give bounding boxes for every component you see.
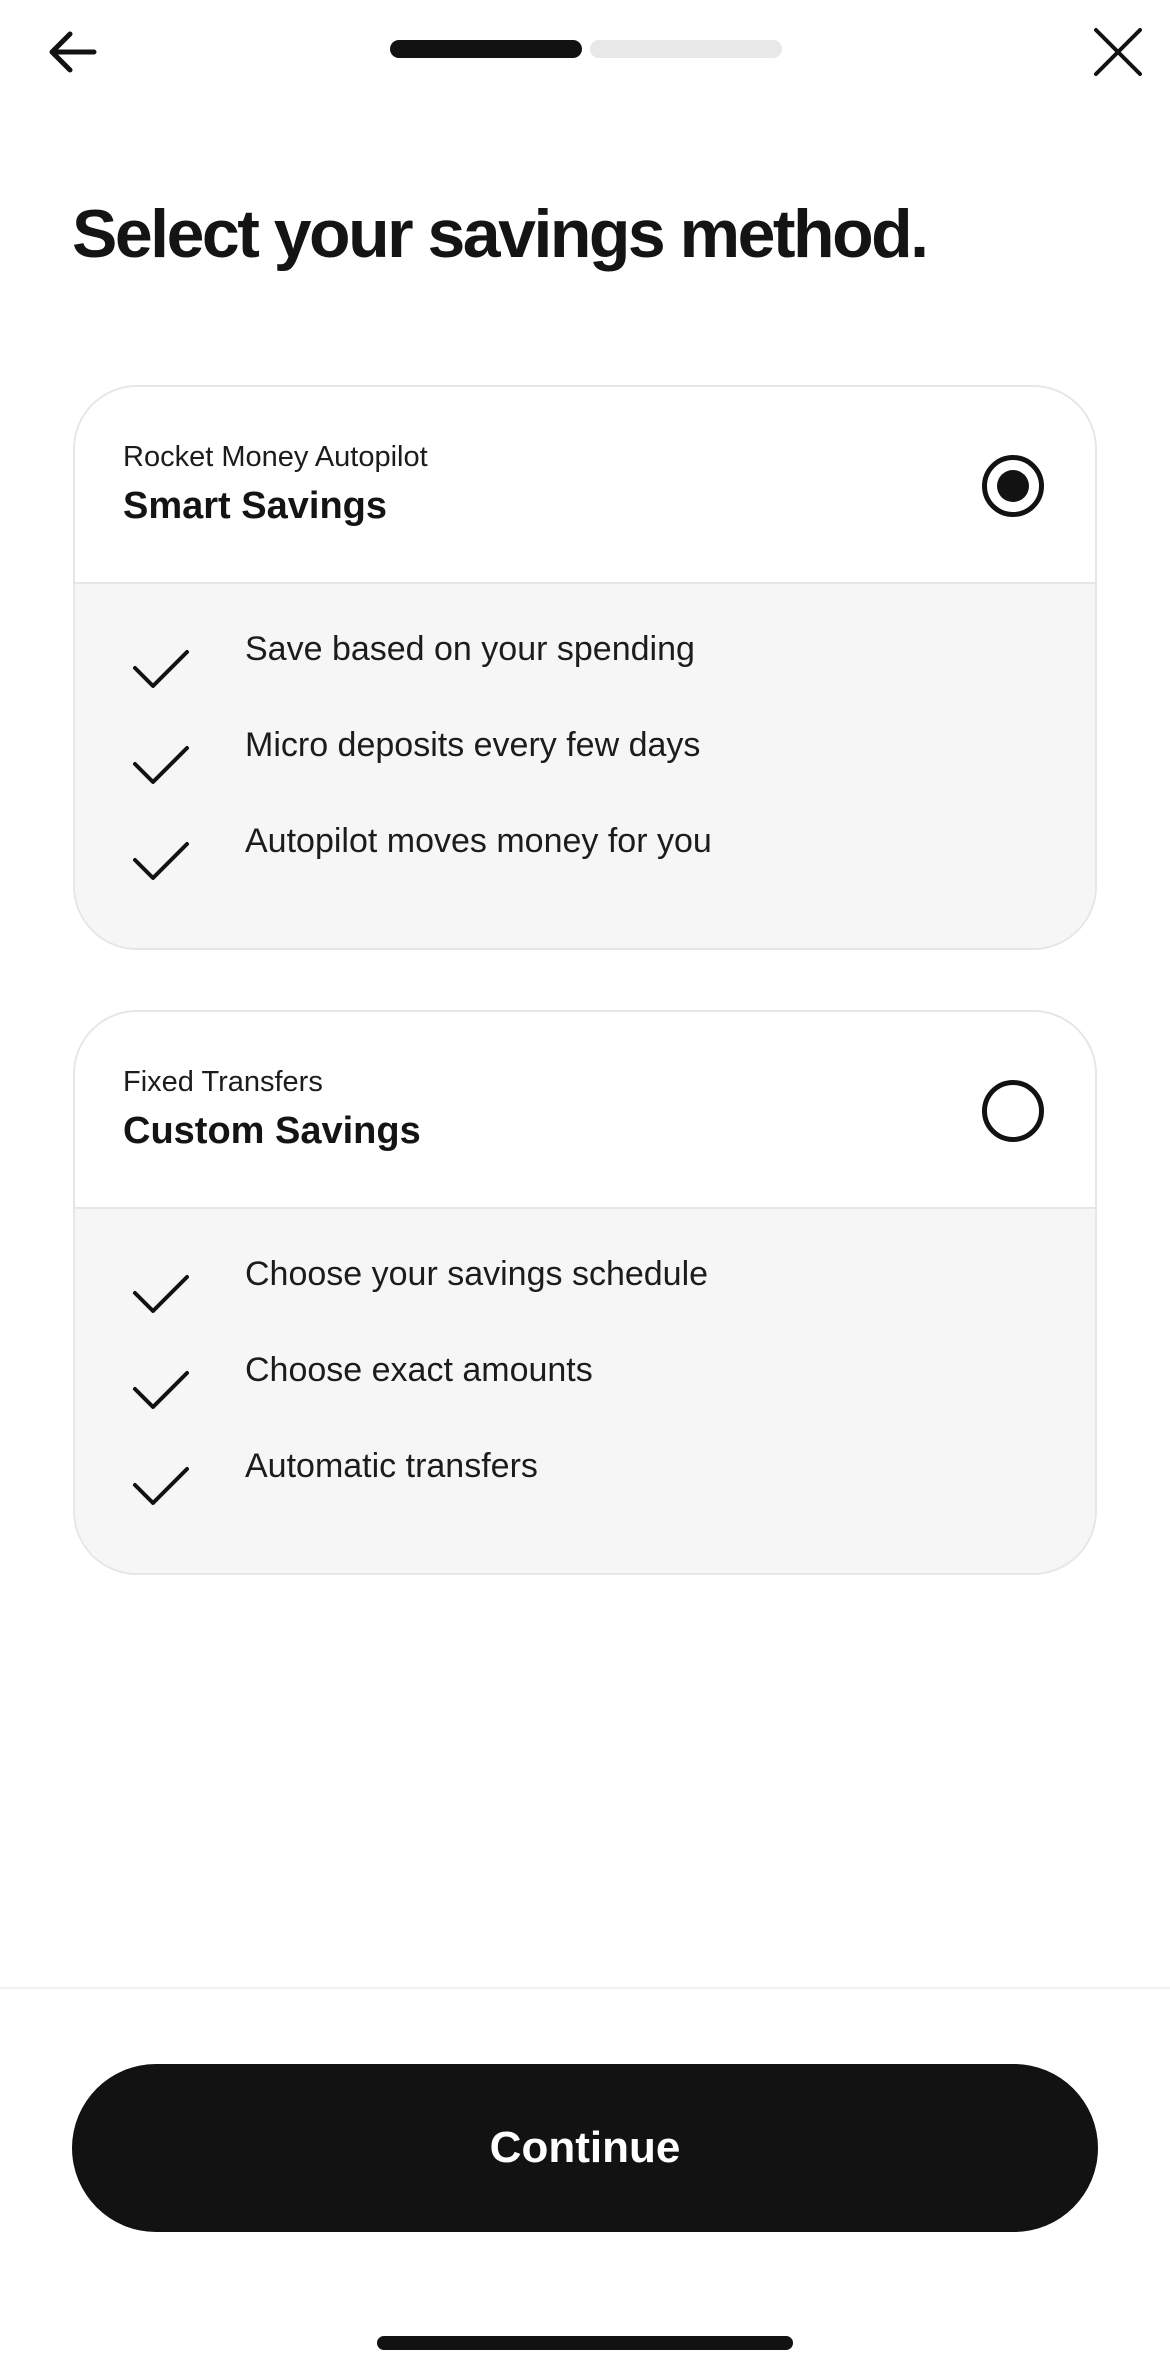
- checkmark-icon: [133, 1371, 189, 1409]
- radio-button-selected[interactable]: [982, 455, 1044, 517]
- option-name: Custom Savings: [123, 1110, 421, 1152]
- feature-text: Automatic transfers: [245, 1447, 538, 1485]
- continue-button[interactable]: Continue: [72, 2064, 1098, 2232]
- savings-option-custom[interactable]: Fixed Transfers Custom Savings Choose yo…: [73, 1010, 1097, 1575]
- option-header: Rocket Money Autopilot Smart Savings: [75, 387, 1095, 584]
- feature-item: Micro deposits every few days: [75, 720, 1095, 800]
- feature-text: Choose exact amounts: [245, 1351, 593, 1389]
- feature-item: Save based on your spending: [75, 624, 1095, 704]
- feature-item: Choose your savings schedule: [75, 1249, 1095, 1329]
- back-button[interactable]: [36, 16, 108, 88]
- close-icon: [1094, 28, 1142, 76]
- progress-step-1: [390, 40, 582, 58]
- feature-text: Micro deposits every few days: [245, 726, 701, 764]
- feature-item: Automatic transfers: [75, 1441, 1095, 1521]
- checkmark-icon: [133, 1275, 189, 1313]
- page-title: Select your savings method.: [72, 196, 929, 272]
- option-kicker: Rocket Money Autopilot: [123, 441, 428, 473]
- progress-step-2: [590, 40, 782, 58]
- option-features: Choose your savings schedule Choose exac…: [75, 1209, 1095, 1573]
- progress-indicator: [390, 40, 782, 58]
- feature-item: Autopilot moves money for you: [75, 816, 1095, 896]
- home-indicator: [377, 2336, 793, 2350]
- option-kicker: Fixed Transfers: [123, 1066, 323, 1098]
- checkmark-icon: [133, 650, 189, 688]
- feature-item: Choose exact amounts: [75, 1345, 1095, 1425]
- footer-divider: [0, 1987, 1170, 1989]
- feature-text: Autopilot moves money for you: [245, 822, 712, 860]
- radio-dot: [997, 470, 1029, 502]
- radio-button-unselected[interactable]: [982, 1080, 1044, 1142]
- checkmark-icon: [133, 746, 189, 784]
- checkmark-icon: [133, 1467, 189, 1505]
- option-name: Smart Savings: [123, 485, 387, 527]
- option-header: Fixed Transfers Custom Savings: [75, 1012, 1095, 1209]
- savings-option-smart[interactable]: Rocket Money Autopilot Smart Savings Sav…: [73, 385, 1097, 950]
- top-bar: [0, 0, 1170, 110]
- feature-text: Choose your savings schedule: [245, 1255, 709, 1293]
- arrow-left-icon: [49, 31, 97, 73]
- option-features: Save based on your spending Micro deposi…: [75, 584, 1095, 948]
- feature-text: Save based on your spending: [245, 630, 695, 668]
- checkmark-icon: [133, 842, 189, 880]
- close-button[interactable]: [1082, 16, 1154, 88]
